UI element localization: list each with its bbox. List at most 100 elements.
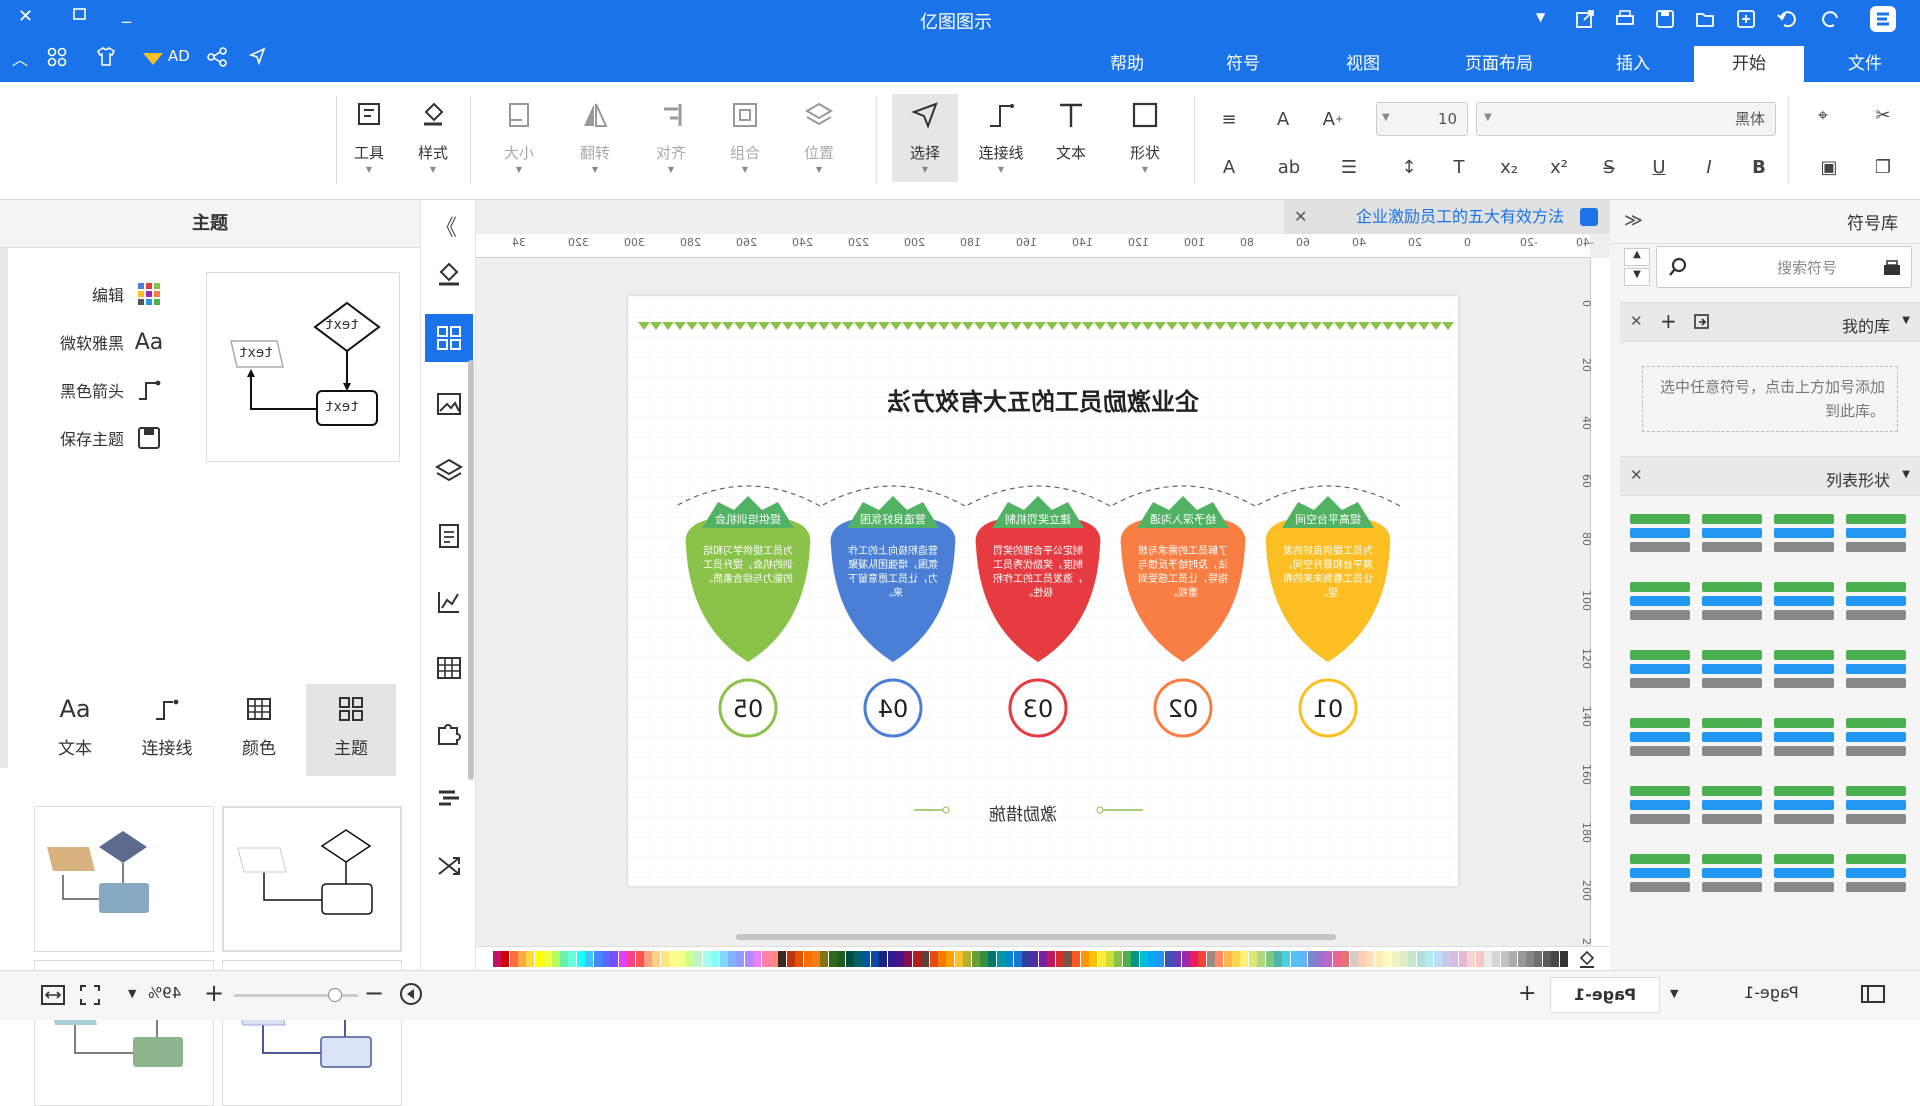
list-shape-symbol[interactable] — [1626, 850, 1696, 898]
color-swatch[interactable] — [1559, 951, 1568, 967]
color-swatch[interactable] — [1391, 951, 1400, 967]
close-doc-icon[interactable]: ✕ — [1294, 200, 1307, 234]
list-shape-symbol[interactable] — [1698, 510, 1768, 558]
color-swatch[interactable] — [1080, 951, 1089, 967]
connector-button[interactable]: 连接线 ▼ — [974, 94, 1028, 182]
color-swatch[interactable] — [1551, 951, 1560, 967]
list-shape-symbol[interactable] — [1626, 578, 1696, 626]
color-swatch[interactable] — [1064, 951, 1072, 967]
color-swatch[interactable] — [1190, 951, 1198, 967]
add-page-icon[interactable]: + — [1518, 981, 1536, 1006]
color-swatch[interactable] — [669, 951, 678, 967]
list-shape-symbol[interactable] — [1842, 646, 1912, 694]
color-swatch[interactable] — [1341, 951, 1350, 967]
color-swatch[interactable] — [627, 951, 636, 967]
color-swatch[interactable] — [795, 951, 804, 967]
save-icon[interactable] — [1654, 8, 1676, 30]
gantt-icon[interactable] — [425, 776, 473, 824]
color-swatch[interactable] — [870, 951, 879, 967]
color-swatch[interactable] — [938, 951, 946, 967]
color-swatch[interactable] — [492, 951, 501, 967]
color-swatch[interactable] — [1232, 951, 1240, 967]
page-selector[interactable]: Page-1 — [1744, 983, 1799, 1002]
color-swatch[interactable] — [1022, 951, 1030, 967]
color-swatch[interactable] — [862, 951, 871, 967]
list-shapes-collapse-icon[interactable]: ▼ — [1902, 469, 1910, 480]
underline-icon[interactable]: U — [1644, 152, 1674, 182]
list-shape-symbol[interactable] — [1626, 510, 1696, 558]
color-swatch[interactable] — [1164, 951, 1173, 967]
color-swatch[interactable] — [1450, 951, 1459, 967]
color-swatch[interactable] — [1500, 951, 1509, 967]
subscript-icon[interactable]: x₂ — [1494, 152, 1524, 182]
copy-icon[interactable]: ❐ — [1868, 152, 1898, 182]
color-swatch[interactable] — [879, 951, 888, 967]
search-box[interactable]: 搜索符号 — [1656, 246, 1912, 288]
list-shape-symbol[interactable] — [1626, 646, 1696, 694]
color-swatch[interactable] — [501, 951, 510, 967]
zoom-in-icon[interactable]: + — [204, 979, 224, 1007]
color-swatch[interactable] — [534, 951, 543, 967]
vip-icon[interactable] — [140, 47, 166, 67]
color-swatch[interactable] — [1173, 951, 1182, 967]
color-swatch[interactable] — [1005, 951, 1014, 967]
add-icon[interactable]: + — [1660, 309, 1677, 333]
page-icon[interactable] — [425, 512, 473, 560]
italic-icon[interactable]: I — [1694, 152, 1724, 182]
color-swatch[interactable] — [1122, 951, 1131, 967]
color-swatch[interactable] — [1290, 951, 1299, 967]
fit-page-icon[interactable] — [40, 983, 66, 1007]
text-direction-icon[interactable]: T — [1444, 152, 1474, 182]
case-icon[interactable]: ab — [1274, 152, 1304, 182]
color-swatch[interactable] — [1072, 951, 1081, 967]
undo-icon[interactable] — [1776, 8, 1798, 30]
qa-dropdown-icon[interactable]: ▼ — [1536, 10, 1545, 24]
color-swatch[interactable] — [1097, 951, 1106, 967]
close-list-shapes-icon[interactable]: ✕ — [1630, 466, 1643, 484]
scroll-down-icon[interactable]: ▼ — [1624, 268, 1650, 286]
section-collapse-icon[interactable]: ▼ — [1902, 315, 1910, 326]
style-button[interactable]: 样式 ▼ — [406, 94, 460, 182]
print-icon[interactable] — [1614, 8, 1636, 30]
font-name-dropdown-icon[interactable]: ▼ — [1484, 112, 1492, 123]
font-color-icon[interactable]: A — [1214, 152, 1244, 182]
color-swatch[interactable] — [770, 951, 778, 967]
color-swatch[interactable] — [1055, 951, 1064, 967]
color-swatch[interactable] — [904, 951, 913, 967]
list-shape-symbol[interactable] — [1626, 782, 1696, 830]
layers-panel-icon[interactable] — [425, 446, 473, 494]
import-icon[interactable] — [1692, 312, 1712, 332]
my-library-header[interactable]: ✕ + 我的库 ▼ — [1620, 302, 1920, 342]
list-shape-symbol[interactable] — [1698, 578, 1768, 626]
color-swatch[interactable] — [1475, 951, 1484, 967]
new-icon[interactable] — [1735, 8, 1757, 30]
color-swatch[interactable] — [1526, 951, 1534, 967]
theme-icon[interactable] — [425, 314, 473, 362]
flip-button[interactable]: 翻转 ▼ — [568, 94, 622, 182]
color-swatch[interactable] — [896, 951, 904, 967]
font-size-dropdown-icon[interactable]: ▼ — [1382, 112, 1390, 123]
list-shape-symbol[interactable] — [1698, 850, 1768, 898]
size-button[interactable]: 大小 ▼ — [492, 94, 546, 182]
color-swatch[interactable] — [946, 951, 955, 967]
list-shape-symbol[interactable] — [1770, 850, 1840, 898]
tab-symbols[interactable]: 符号 — [1198, 46, 1288, 82]
color-swatch[interactable] — [828, 951, 837, 967]
color-swatch[interactable] — [585, 951, 594, 967]
share-icon[interactable] — [206, 46, 228, 68]
paste-icon[interactable]: ▣ — [1814, 152, 1844, 182]
color-swatch[interactable] — [1374, 951, 1383, 967]
close-section-icon[interactable]: ✕ — [1630, 312, 1643, 330]
color-swatch[interactable] — [677, 951, 686, 967]
page-selector-dropdown-icon[interactable]: ▼ — [1670, 987, 1678, 1000]
theme-quick-color[interactable]: 颜色 — [214, 684, 304, 776]
color-swatch[interactable] — [1148, 951, 1156, 967]
align-button[interactable]: 对齐 ▼ — [644, 94, 698, 182]
list-shape-symbol[interactable] — [1842, 578, 1912, 626]
color-swatch[interactable] — [1223, 951, 1232, 967]
color-swatch[interactable] — [912, 951, 921, 967]
zoom-level[interactable]: 49% — [148, 984, 181, 1002]
vertical-scrollbar[interactable] — [468, 360, 474, 780]
color-swatch[interactable] — [1534, 951, 1543, 967]
color-swatch[interactable] — [1366, 951, 1375, 967]
